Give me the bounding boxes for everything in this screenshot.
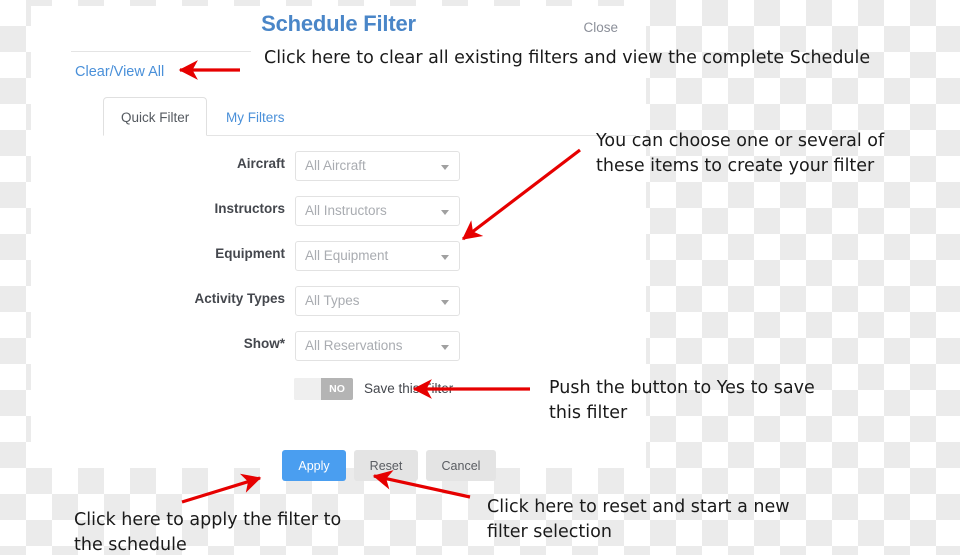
form-row-equipment: Equipment All Equipment [73,241,633,286]
toggle-state-label: NO [321,378,353,400]
apply-button[interactable]: Apply [282,450,346,481]
filter-form: Aircraft All Aircraft Instructors All In… [73,151,633,376]
chevron-down-icon [441,345,449,350]
screenshot-root: Schedule Filter Close Clear/View All Qui… [0,0,960,555]
annotation-apply-filter: Click here to apply the filter to the sc… [74,510,342,555]
label-activity-types: Activity Types [194,291,285,306]
page-title: Schedule Filter [261,11,416,36]
clear-view-all-link[interactable]: Clear/View All [75,64,164,80]
select-activity-types[interactable]: All Types [295,286,460,316]
form-row-activity-types: Activity Types All Types [73,286,633,331]
form-row-show: Show* All Reservations [73,331,633,376]
chevron-down-icon [441,165,449,170]
select-instructors[interactable]: All Instructors [295,196,460,226]
chevron-down-icon [441,300,449,305]
save-this-filter-toggle[interactable]: NO [294,378,353,400]
label-aircraft: Aircraft [236,156,285,171]
label-show: Show* [243,336,285,351]
toggle-knob [294,378,321,400]
form-row-instructors: Instructors All Instructors [73,196,633,241]
cancel-button[interactable]: Cancel [426,450,496,481]
select-show-value: All Reservations [305,338,403,353]
tab-quick-filter[interactable]: Quick Filter [103,97,208,136]
header-divider [71,51,251,52]
select-aircraft-value: All Aircraft [305,158,366,173]
select-instructors-value: All Instructors [305,203,387,218]
save-this-filter-label: Save this Filter [364,381,454,396]
chevron-down-icon [441,210,449,215]
dialog-header: Schedule Filter Close [31,6,646,46]
label-equipment: Equipment [215,246,285,261]
annotation-choose-items: You can choose one or several of these i… [596,131,885,176]
filter-tabs: Quick Filter My Filters [73,97,636,137]
close-button[interactable]: Close [583,20,618,35]
annotation-push-button: Push the button to Yes to save this filt… [549,378,815,423]
reset-button[interactable]: Reset [354,450,418,481]
select-show[interactable]: All Reservations [295,331,460,361]
select-equipment-value: All Equipment [305,248,389,263]
select-equipment[interactable]: All Equipment [295,241,460,271]
arrow-apply [181,473,262,504]
select-activity-types-value: All Types [305,293,360,308]
chevron-down-icon [441,255,449,260]
label-instructors: Instructors [214,201,285,216]
select-aircraft[interactable]: All Aircraft [295,151,460,181]
annotation-clear-view-all: Click here to clear all existing filters… [264,48,871,68]
tab-my-filters[interactable]: My Filters [208,97,303,136]
annotation-reset-filter: Click here to reset and start a new filt… [487,497,790,542]
form-row-aircraft: Aircraft All Aircraft [73,151,633,196]
